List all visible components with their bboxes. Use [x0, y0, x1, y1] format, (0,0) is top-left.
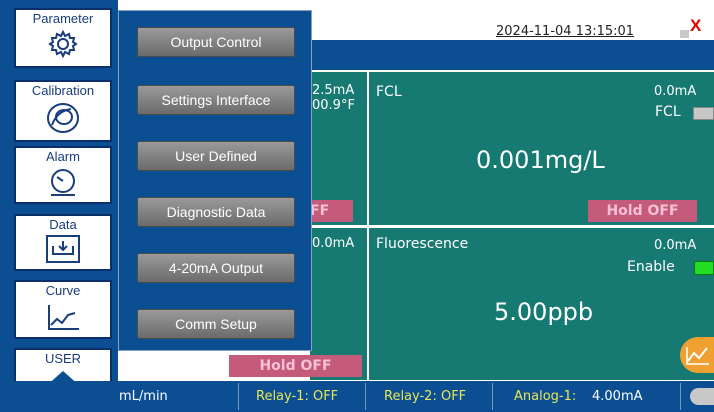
- disc-icon: [47, 103, 79, 133]
- status-toggle-icon[interactable]: [690, 388, 714, 405]
- menu-user-defined[interactable]: User Defined: [137, 141, 295, 171]
- parameter-menu: Output Control Settings Interface User D…: [118, 10, 312, 351]
- nav-parameter[interactable]: Parameter: [14, 8, 112, 68]
- fcl-value: 0.001mg/L: [476, 146, 605, 174]
- nav-alarm[interactable]: Alarm: [14, 146, 112, 204]
- analog-1-label: Analog-1:: [514, 389, 577, 404]
- close-icon[interactable]: X: [690, 17, 706, 35]
- nav-label: Data: [49, 217, 77, 232]
- datetime-display: 2024-11-04 13:15:01: [496, 24, 635, 39]
- menu-comm-setup[interactable]: Comm Setup: [137, 309, 295, 339]
- trend-icon[interactable]: [680, 337, 714, 373]
- fcl-title: FCL: [376, 84, 402, 100]
- nav-label: USER: [44, 351, 82, 366]
- nav-data[interactable]: Data: [14, 214, 112, 271]
- channel-current-2: 0.0mA: [312, 236, 355, 251]
- nav-label: Calibration: [31, 83, 95, 98]
- status-divider: [238, 383, 239, 410]
- nav-label: Alarm: [46, 149, 80, 164]
- channel-temperature: 00.9°F: [312, 98, 355, 113]
- fluorescence-value: 5.00ppb: [494, 298, 594, 326]
- enable-toggle[interactable]: [694, 261, 714, 275]
- left-nav: Parameter Calibration Alarm Data Curve U…: [0, 0, 118, 412]
- hold-button-2[interactable]: Hold OFF: [229, 355, 362, 377]
- nav-calibration[interactable]: Calibration: [14, 80, 112, 142]
- fluorescence-title: Fluorescence: [376, 236, 469, 252]
- curve-icon: [48, 305, 79, 330]
- status-divider: [492, 383, 493, 410]
- analog-1-value: 4.00mA: [592, 389, 643, 404]
- fcl-current: 0.0mA: [654, 84, 697, 99]
- flow-unit: mL/min: [119, 389, 168, 404]
- fluorescence-toggle-label: Enable: [627, 259, 675, 275]
- fluorescence-current: 0.0mA: [654, 238, 697, 253]
- menu-settings-interface[interactable]: Settings Interface: [137, 85, 295, 115]
- nav-label: Curve: [45, 283, 81, 298]
- relay-2-status: Relay-2: OFF: [384, 389, 467, 404]
- gear-icon: [48, 29, 78, 59]
- fcl-toggle-label: FCL: [655, 104, 681, 120]
- menu-4-20ma-output[interactable]: 4-20mA Output: [137, 253, 295, 283]
- data-tray-icon: [46, 235, 80, 263]
- nav-label: Parameter: [32, 11, 94, 26]
- relay-1-status: Relay-1: OFF: [256, 389, 339, 404]
- status-divider: [365, 383, 366, 410]
- status-indicator-icon: [680, 30, 689, 38]
- nav-curve[interactable]: Curve: [14, 280, 112, 339]
- fcl-toggle[interactable]: [693, 107, 714, 120]
- channel-current: 2.5mA: [312, 83, 355, 98]
- status-divider: [680, 383, 681, 410]
- menu-output-control[interactable]: Output Control: [137, 27, 295, 57]
- fcl-hold-button[interactable]: Hold OFF: [588, 200, 697, 222]
- alarm-icon: [51, 169, 75, 196]
- menu-diagnostic-data[interactable]: Diagnostic Data: [137, 197, 295, 227]
- hold-button-partial[interactable]: FF: [310, 200, 353, 222]
